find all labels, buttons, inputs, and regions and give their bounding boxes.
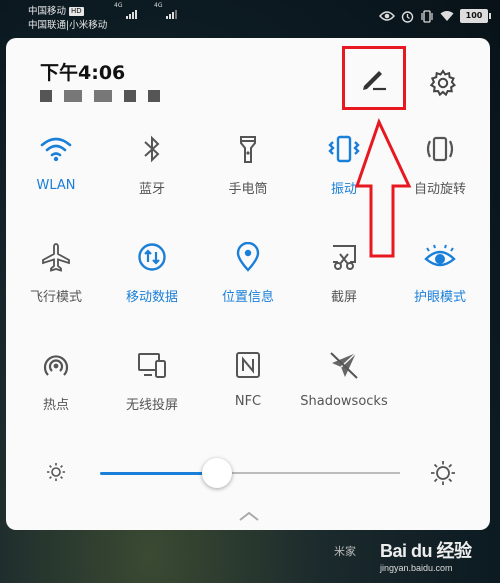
gear-icon: [429, 69, 457, 97]
tile-label: NFC: [234, 394, 262, 409]
watermark-logo: Bai du 经验: [380, 541, 472, 561]
eye-comfort-icon: [424, 244, 456, 267]
tile-wireless-projection[interactable]: 无线投屏: [104, 348, 200, 438]
brightness-high-icon: [431, 461, 455, 485]
signal-icon: 4G: [114, 2, 137, 19]
tile-label: 位置信息: [221, 290, 274, 305]
slider-thumb[interactable]: [202, 458, 232, 488]
mobile-data-icon: [138, 243, 166, 271]
tile-airplane[interactable]: 飞行模式: [8, 240, 104, 330]
tile-label: 护眼模式: [413, 290, 466, 305]
slider-track: [218, 472, 400, 474]
tile-nfc[interactable]: NFC: [200, 348, 296, 438]
wifi-icon: [40, 137, 72, 162]
tile-label: Shadowsocks: [300, 394, 388, 409]
carrier-2: 中国联通|小米移动: [28, 20, 108, 31]
tile-label: 无线投屏: [125, 398, 178, 413]
footer-text: 米家: [334, 545, 356, 558]
tile-mobile-data[interactable]: 移动数据: [104, 240, 200, 330]
battery-icon: 100: [460, 9, 491, 23]
tile-label: 蓝牙: [138, 182, 165, 197]
signal-icon-2: 4G: [154, 2, 177, 19]
tile-location[interactable]: 位置信息: [200, 240, 296, 330]
tile-label: 热点: [42, 398, 69, 413]
tile-shadowsocks[interactable]: Shadowsocks: [296, 348, 392, 438]
date-redacted: [40, 90, 160, 102]
vibrate-status-icon: [421, 9, 433, 23]
edit-button[interactable]: [342, 46, 406, 110]
auto-rotate-icon: [426, 136, 454, 162]
hd-badge: HD: [69, 7, 84, 16]
quick-settings-panel: 下午4:06 WLAN 蓝牙 手电筒 振动 自动旋转 飞行模式 移动数据 位置信…: [6, 38, 490, 530]
tile-label: 截屏: [330, 290, 357, 305]
location-icon: [236, 242, 260, 272]
tile-bluetooth[interactable]: 蓝牙: [104, 132, 200, 222]
hotspot-icon: [43, 355, 69, 376]
tile-label: WLAN: [36, 178, 76, 193]
flashlight-icon: [240, 136, 256, 163]
watermark: Bai du 经验 jingyan.baidu.com: [380, 537, 472, 573]
nfc-icon: [236, 352, 260, 378]
eye-icon: [379, 11, 395, 21]
wireless-projection-icon: [138, 353, 166, 378]
annotation-arrow: [354, 118, 412, 258]
tile-label: 移动数据: [125, 290, 178, 305]
status-bar: 中国移动 HD 中国联通|小米移动 4G 4G 100: [0, 0, 500, 36]
airplane-icon: [42, 243, 70, 272]
settings-button[interactable]: [426, 66, 460, 100]
watermark-url: jingyan.baidu.com: [380, 563, 453, 573]
brightness-slider[interactable]: [46, 458, 456, 488]
edit-pencil-icon: [363, 71, 386, 91]
tile-hotspot[interactable]: 热点: [8, 348, 104, 438]
tile-flashlight[interactable]: 手电筒: [200, 132, 296, 222]
bluetooth-icon: [144, 135, 160, 163]
chevron-up-icon[interactable]: [237, 510, 261, 522]
tile-wlan[interactable]: WLAN: [8, 132, 104, 222]
brightness-low-icon: [47, 463, 65, 481]
slider-track-filled: [100, 472, 218, 475]
carrier-1: 中国移动 HD: [28, 6, 84, 17]
shadowsocks-icon: [330, 352, 358, 379]
tile-label: 飞行模式: [29, 290, 82, 305]
alarm-icon: [401, 10, 414, 23]
tile-label: 手电筒: [228, 182, 268, 197]
wifi-status-icon: [440, 11, 454, 21]
clock: 下午4:06: [40, 62, 126, 84]
